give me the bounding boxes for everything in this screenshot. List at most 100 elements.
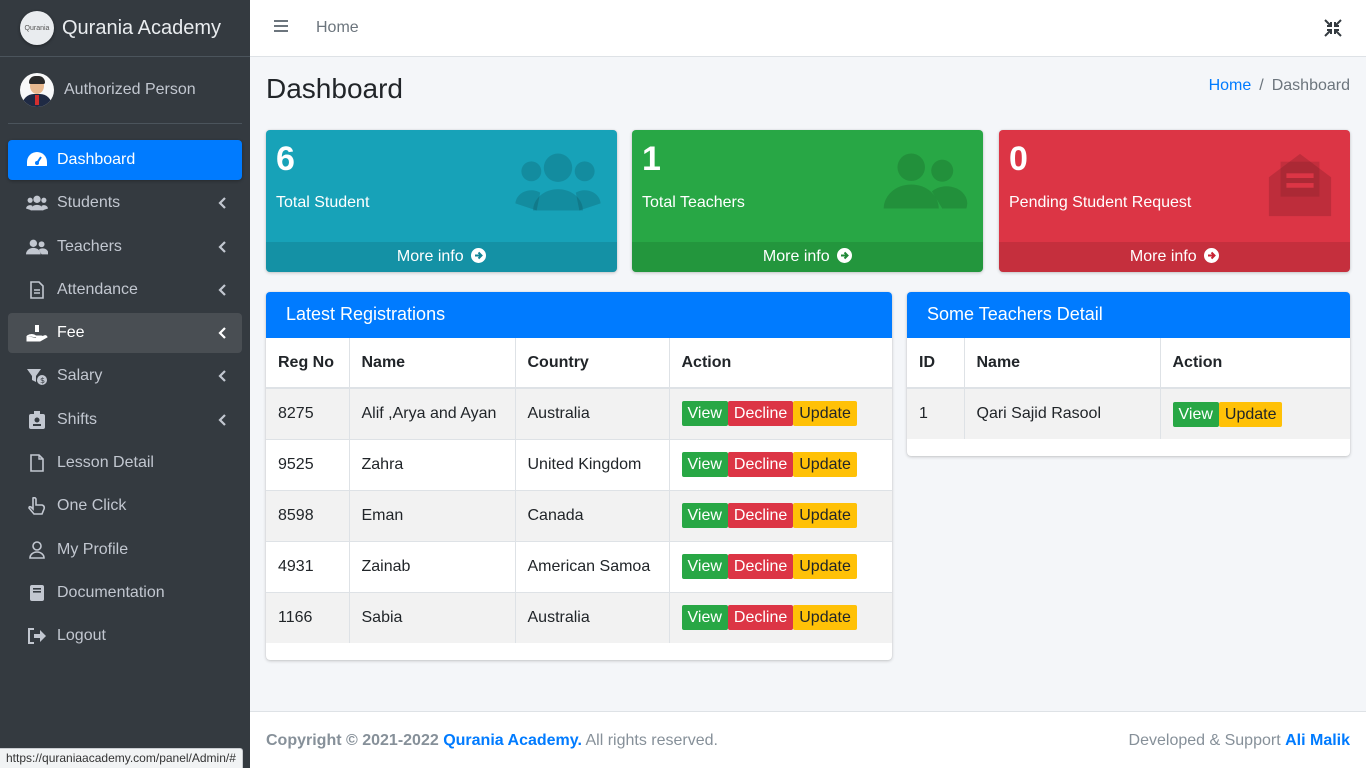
stat-box-total-teachers: 1 Total Teachers More info <box>632 130 983 272</box>
id-cell: 1 <box>907 387 965 439</box>
stat-label: Total Student <box>276 194 370 211</box>
sidebar-item-label: Logout <box>57 627 106 645</box>
sign-out-icon <box>26 626 48 646</box>
user-name[interactable]: Authorized Person <box>64 81 196 99</box>
update-button[interactable]: Update <box>793 401 857 427</box>
view-button[interactable]: View <box>681 401 728 427</box>
view-button[interactable]: View <box>681 503 728 528</box>
chevron-left-icon <box>218 326 226 344</box>
sidebar-item-lesson-detail[interactable]: Lesson Detail <box>8 443 242 483</box>
update-button[interactable]: Update <box>793 452 857 477</box>
teachers-table: ID Name Action 1 Qari Sajid Rasool View U… <box>907 338 1350 439</box>
sidebar-item-label: Fee <box>57 324 85 342</box>
developer-link[interactable]: Ali Malik <box>1285 732 1350 749</box>
view-button[interactable]: View <box>681 554 728 579</box>
footer-brand-link[interactable]: Qurania Academy. <box>443 732 582 749</box>
brand-logo-text: Qurania <box>24 24 50 32</box>
top-home-link[interactable]: Home <box>316 19 359 37</box>
update-button[interactable]: Update <box>793 554 857 579</box>
reg-no-cell: 8598 <box>266 489 350 541</box>
arrow-circle-right-icon <box>1204 248 1220 263</box>
update-button[interactable]: Update <box>793 503 857 528</box>
hamburger-icon[interactable] <box>274 19 288 37</box>
action-cell: View Decline Update <box>669 438 892 490</box>
breadcrumb-home[interactable]: Home <box>1209 77 1252 94</box>
compress-icon[interactable] <box>1324 19 1342 42</box>
arrow-circle-right-icon <box>471 248 487 263</box>
decline-button[interactable]: Decline <box>727 554 794 579</box>
avatar <box>20 73 54 107</box>
brand-name: Qurania Academy <box>62 16 221 39</box>
sidebar-item-documentation[interactable]: Documentation <box>8 573 242 613</box>
developer-credit: Developed & Support Ali Malik <box>1129 732 1350 750</box>
more-info-label: More info <box>396 248 464 265</box>
stat-label: Total Teachers <box>642 194 745 211</box>
country-cell: United Kingdom <box>515 438 670 490</box>
action-cell: View Decline Update <box>669 387 892 439</box>
decline-button[interactable]: Decline <box>727 401 794 427</box>
sidebar-item-teachers[interactable]: Teachers <box>8 227 242 267</box>
stat-value: 0 <box>1009 140 1028 178</box>
chevron-left-icon <box>218 413 226 431</box>
document-icon <box>26 453 48 473</box>
decline-button[interactable]: Decline <box>727 605 794 631</box>
copyright: Copyright © 2021-2022 Qurania Academy. A… <box>266 732 718 750</box>
column-header: Country <box>515 338 670 389</box>
more-info-link[interactable]: More info <box>999 242 1350 272</box>
view-button[interactable]: View <box>681 452 728 477</box>
chevron-left-icon <box>218 196 226 214</box>
brand-link[interactable]: Qurania Qurania Academy <box>0 0 250 57</box>
latest-registrations-card: Latest Registrations Reg No Name Country… <box>266 292 892 660</box>
breadcrumb-current: Dashboard <box>1271 77 1350 94</box>
chevron-left-icon <box>218 369 226 387</box>
chevron-left-icon <box>218 240 226 258</box>
file-icon <box>26 280 48 300</box>
stat-value: 6 <box>276 140 295 178</box>
user-friends-icon <box>26 237 48 257</box>
view-button[interactable]: View <box>681 605 728 631</box>
table-row: 8275 Alif ,Arya and Ayan Australia View D… <box>266 387 892 439</box>
sidebar-item-my-profile[interactable]: My Profile <box>8 530 242 570</box>
action-cell: View Update <box>1160 387 1350 439</box>
reg-no-cell: 9525 <box>266 438 350 490</box>
table-row: 9525 Zahra United Kingdom View Decline Upd… <box>266 438 892 490</box>
breadcrumb: Home / Dashboard <box>1209 77 1350 95</box>
sidebar-item-fee[interactable]: Fee <box>8 313 242 354</box>
more-info-link[interactable]: More info <box>266 242 617 272</box>
money-icon: $ <box>26 366 48 386</box>
country-cell: Canada <box>515 489 670 541</box>
decline-button[interactable]: Decline <box>727 452 794 477</box>
user-friends-icon <box>881 150 969 217</box>
column-header: Action <box>1160 338 1350 389</box>
decline-button[interactable]: Decline <box>727 503 794 528</box>
more-info-label: More info <box>1129 248 1197 265</box>
tachometer-icon <box>26 150 48 170</box>
sidebar-item-shifts[interactable]: Shifts <box>8 400 242 440</box>
view-button[interactable]: View <box>1172 401 1219 427</box>
sidebar-item-dashboard[interactable]: Dashboard <box>8 140 242 180</box>
card-title: Some Teachers Detail <box>907 292 1350 338</box>
table-row: 4931 Zainab American Samoa View Decline Up… <box>266 540 892 592</box>
column-header: Reg No <box>266 338 350 389</box>
arrow-circle-right-icon <box>837 248 853 263</box>
sidebar-item-one-click[interactable]: One Click <box>8 486 242 526</box>
top-navbar: Home <box>250 0 1366 57</box>
page-footer: Copyright © 2021-2022 Qurania Academy. A… <box>250 711 1366 768</box>
column-header: Action <box>669 338 892 389</box>
user-panel[interactable]: Authorized Person <box>8 57 242 124</box>
sidebar-item-label: One Click <box>57 497 127 515</box>
rights-text: All rights reserved. <box>585 732 718 749</box>
sidebar-item-students[interactable]: Students <box>8 183 242 223</box>
more-info-link[interactable]: More info <box>632 242 983 272</box>
update-button[interactable]: Update <box>1218 401 1283 427</box>
copyright-text: Copyright © 2021-2022 <box>266 732 439 749</box>
sidebar-item-salary[interactable]: $ Salary <box>8 356 242 396</box>
stat-box-pending-request: 0 Pending Student Request More info <box>999 130 1350 272</box>
sidebar-item-label: Salary <box>57 367 103 385</box>
name-cell: Sabia <box>349 591 516 643</box>
sidebar-item-logout[interactable]: Logout <box>8 616 242 656</box>
envelope-open-icon <box>1264 150 1336 225</box>
update-button[interactable]: Update <box>793 605 857 631</box>
sidebar-item-attendance[interactable]: Attendance <box>8 270 242 310</box>
table-header-row: ID Name Action <box>907 338 1350 389</box>
